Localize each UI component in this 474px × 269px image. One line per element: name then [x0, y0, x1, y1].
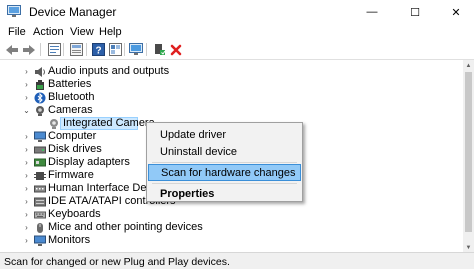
uninstall-icon[interactable] [168, 42, 184, 57]
disk-icon [33, 143, 46, 156]
scroll-up-icon[interactable]: ▲ [463, 60, 474, 71]
tree-label: Computer [48, 130, 97, 142]
expand-chevron-icon[interactable]: › [22, 223, 31, 232]
minimize-button[interactable]: — [354, 0, 390, 24]
expand-chevron-icon[interactable]: › [22, 210, 31, 219]
monitor-icon [33, 234, 46, 247]
computer-icon [33, 130, 46, 143]
menu-item-update-driver[interactable]: Update driver [148, 126, 301, 143]
toolbar-separator [146, 43, 147, 56]
keyboard-icon [33, 208, 46, 221]
tree-label: Monitors [48, 234, 91, 246]
tree-label: Keyboards [48, 208, 101, 220]
show-hidden-icon[interactable] [107, 42, 123, 57]
display-icon [33, 156, 46, 169]
tree-row-audio[interactable]: › Audio inputs and outputs [0, 65, 460, 78]
svg-text:?: ? [95, 46, 101, 57]
tree-label: Display adapters [48, 156, 130, 168]
tree-label-selected: Integrated Camera [63, 117, 155, 129]
tree-label: Audio inputs and outputs [48, 65, 170, 77]
tree-label: Cameras [48, 104, 93, 116]
hid-icon [33, 182, 46, 195]
tree-row-batteries[interactable]: › Batteries [0, 78, 460, 91]
window-title: Device Manager [29, 5, 117, 19]
camera-icon [47, 117, 60, 130]
mouse-icon [33, 221, 46, 234]
expand-chevron-icon[interactable]: › [22, 145, 31, 154]
title-bar: Device Manager — ☐ ✕ [0, 0, 474, 24]
tree-label: Disk drives [48, 143, 102, 155]
scan-monitor-icon[interactable] [128, 42, 144, 57]
menu-separator [152, 183, 297, 184]
status-bar: Scan for changed or new Plug and Play de… [0, 252, 474, 269]
camera-icon [33, 104, 46, 117]
collapse-chevron-icon[interactable]: ⌄ [22, 106, 31, 115]
tree-row-cameras[interactable]: ⌄ Cameras [0, 104, 460, 117]
tree-row-bluetooth[interactable]: › Bluetooth [0, 91, 460, 104]
back-icon[interactable] [4, 42, 20, 57]
tree-row-mice[interactable]: › Mice and other pointing devices [0, 221, 460, 234]
tree-label: Firmware [48, 169, 94, 181]
toolbar: ? [0, 41, 474, 58]
menu-separator [152, 162, 297, 163]
maximize-button[interactable]: ☐ [397, 0, 433, 24]
ide-icon [33, 195, 46, 208]
update-icon[interactable] [68, 42, 84, 57]
menu-view[interactable]: View [70, 26, 94, 38]
menu-file[interactable]: File [8, 26, 26, 38]
menu-item-uninstall-device[interactable]: Uninstall device [148, 143, 301, 160]
speaker-icon [33, 65, 46, 78]
properties-icon[interactable] [46, 42, 62, 57]
menu-action[interactable]: Action [33, 26, 64, 38]
menu-item-properties[interactable]: Properties [148, 185, 301, 202]
tree-label: Human Interface Devic [48, 182, 160, 194]
close-button[interactable]: ✕ [438, 0, 474, 24]
tree-label: Mice and other pointing devices [48, 221, 203, 233]
expand-chevron-icon[interactable]: › [22, 158, 31, 167]
firmware-icon [33, 169, 46, 182]
bluetooth-icon [33, 91, 46, 104]
toolbar-separator [124, 43, 125, 56]
tree-row-monitors[interactable]: › Monitors [0, 234, 460, 247]
menu-item-scan-hardware-changes[interactable]: Scan for hardware changes [148, 164, 301, 181]
battery-icon [33, 78, 46, 91]
menu-help[interactable]: Help [99, 26, 122, 38]
expand-chevron-icon[interactable]: › [22, 93, 31, 102]
help-icon[interactable]: ? [90, 42, 106, 57]
toolbar-separator [40, 43, 41, 56]
expand-chevron-icon[interactable]: › [22, 184, 31, 193]
context-menu: Update driver Uninstall device Scan for … [146, 122, 303, 202]
expand-chevron-icon[interactable]: › [22, 236, 31, 245]
toolbar-separator [63, 43, 64, 56]
menu-bar: File Action View Help [0, 24, 474, 42]
expand-chevron-icon[interactable]: › [22, 197, 31, 206]
tree-label: Bluetooth [48, 91, 95, 103]
expand-chevron-icon[interactable]: › [22, 80, 31, 89]
enable-device-icon[interactable] [151, 42, 167, 57]
scroll-down-icon[interactable]: ▼ [463, 242, 474, 252]
scroll-thumb[interactable] [465, 72, 472, 232]
expand-chevron-icon[interactable]: › [22, 67, 31, 76]
tree-label: Batteries [48, 78, 92, 90]
expand-chevron-icon[interactable]: › [22, 171, 31, 180]
forward-icon[interactable] [21, 42, 37, 57]
tree-row-keyboards[interactable]: › Keyboards [0, 208, 460, 221]
expand-chevron-icon[interactable]: › [22, 132, 31, 141]
status-text: Scan for changed or new Plug and Play de… [4, 256, 230, 268]
device-manager-app-icon [7, 5, 21, 18]
toolbar-separator [86, 43, 87, 56]
